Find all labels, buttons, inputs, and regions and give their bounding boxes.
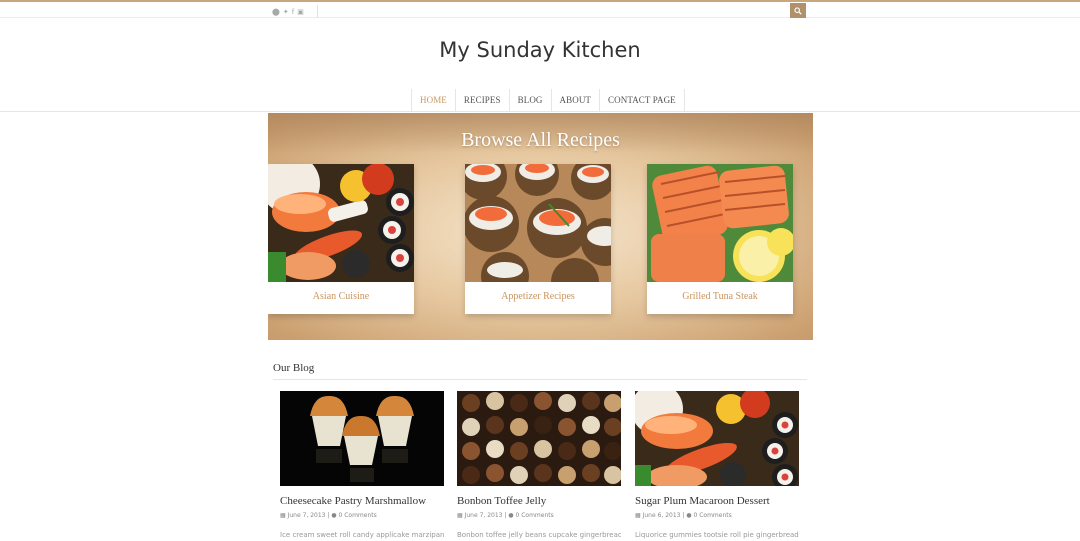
calendar-icon: ▦ <box>280 512 286 519</box>
recipe-card-label[interactable]: Asian Cuisine <box>268 282 414 314</box>
twitter-icon[interactable]: ✦ <box>283 7 289 17</box>
post-image[interactable] <box>457 391 621 486</box>
comment-icon: ● <box>686 512 692 519</box>
post-image[interactable] <box>280 391 444 486</box>
recipe-card-appetizer[interactable]: Appetizer Recipes <box>465 164 611 314</box>
pinterest-icon[interactable]: ⬤ <box>272 7 280 17</box>
post-comments[interactable]: 0 Comments <box>516 512 554 519</box>
nav-item-home[interactable]: HOME <box>412 89 456 112</box>
site-title[interactable]: My Sunday Kitchen <box>0 38 1080 62</box>
post-image[interactable] <box>635 391 799 486</box>
facebook-icon[interactable]: f <box>292 7 294 17</box>
main-nav: HOME RECIPES BLOG ABOUT CONTACT PAGE <box>411 89 685 112</box>
comment-icon: ● <box>508 512 514 519</box>
calendar-icon: ▦ <box>635 512 641 519</box>
social-links: ⬤ ✦ f ▣ <box>272 5 318 18</box>
post-excerpt: Bonbon toffee jelly beans cupcake ginger… <box>457 531 621 539</box>
blog-post: Bonbon Toffee Jelly ▦ June 7, 2013 | ● 0… <box>457 391 621 539</box>
recipe-card-label[interactable]: Appetizer Recipes <box>465 282 611 314</box>
post-date: June 7, 2013 <box>287 512 326 519</box>
post-title[interactable]: Cheesecake Pastry Marshmallow <box>280 495 444 507</box>
top-bar: ⬤ ✦ f ▣ <box>0 0 1080 18</box>
calendar-icon: ▦ <box>457 512 463 519</box>
blog-divider <box>273 379 807 380</box>
nav-item-recipes[interactable]: RECIPES <box>456 89 510 112</box>
post-date: June 7, 2013 <box>464 512 503 519</box>
instagram-icon[interactable]: ▣ <box>297 7 304 17</box>
post-title[interactable]: Bonbon Toffee Jelly <box>457 495 621 507</box>
recipe-card-image[interactable] <box>647 164 793 282</box>
comment-icon: ● <box>331 512 337 519</box>
blog-post: Cheesecake Pastry Marshmallow ▦ June 7, … <box>280 391 444 539</box>
blog-heading: Our Blog <box>273 362 315 374</box>
recipe-card-label[interactable]: Grilled Tuna Steak <box>647 282 793 314</box>
blog-post: Sugar Plum Macaroon Dessert ▦ June 6, 20… <box>635 391 799 539</box>
post-meta: ▦ June 7, 2013 | ● 0 Comments <box>457 512 621 519</box>
post-comments[interactable]: 0 Comments <box>339 512 377 519</box>
recipes-banner: Browse All Recipes Asian Cuisine Appetiz… <box>268 113 813 340</box>
nav-item-contact[interactable]: CONTACT PAGE <box>600 89 685 112</box>
banner-title: Browse All Recipes <box>461 129 620 151</box>
post-excerpt: Ice cream sweet roll candy applicake mar… <box>280 531 444 539</box>
post-comments[interactable]: 0 Comments <box>694 512 732 519</box>
post-meta: ▦ June 7, 2013 | ● 0 Comments <box>280 512 444 519</box>
search-icon <box>794 6 802 15</box>
post-title[interactable]: Sugar Plum Macaroon Dessert <box>635 495 799 507</box>
recipe-card-tuna[interactable]: Grilled Tuna Steak <box>647 164 793 314</box>
post-date: June 6, 2013 <box>642 512 681 519</box>
nav-item-about[interactable]: ABOUT <box>552 89 601 112</box>
search-button[interactable] <box>790 3 806 18</box>
recipe-card-image[interactable] <box>465 164 611 282</box>
post-meta: ▦ June 6, 2013 | ● 0 Comments <box>635 512 799 519</box>
recipe-card-image[interactable] <box>268 164 414 282</box>
post-excerpt: Liquorice gummies tootsie roll pie ginge… <box>635 531 799 539</box>
recipe-card-asian[interactable]: Asian Cuisine <box>268 164 414 314</box>
nav-item-blog[interactable]: BLOG <box>510 89 552 112</box>
